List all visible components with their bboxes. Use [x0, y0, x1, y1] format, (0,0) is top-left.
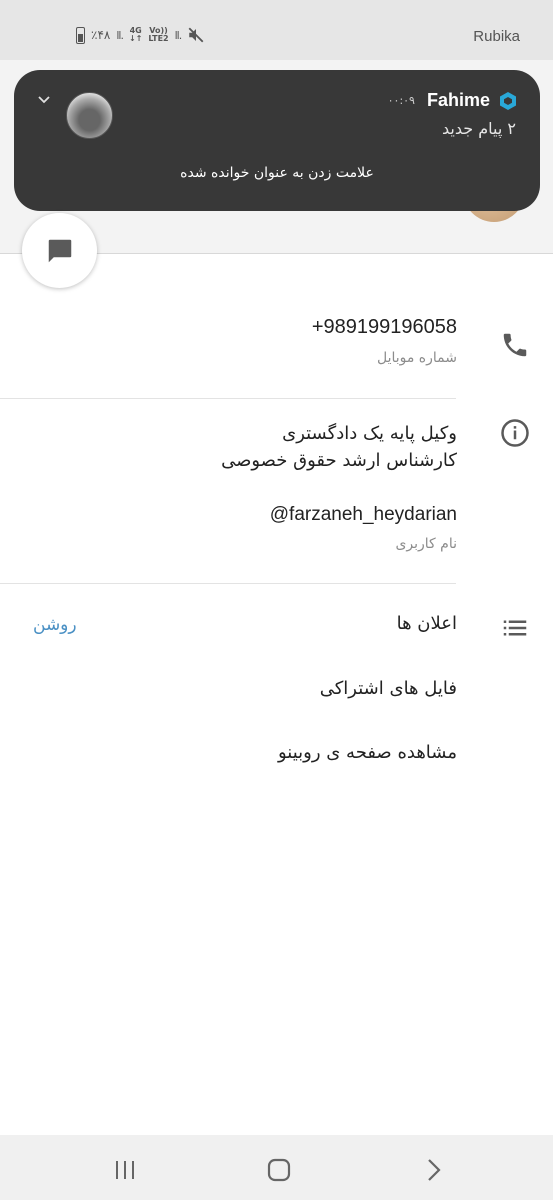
info-icon — [501, 419, 529, 447]
notification-sender: Fahime — [426, 90, 490, 110]
username-label: نام کاربری — [395, 536, 457, 552]
shared-files-item[interactable]: فایل های اشتراکی — [320, 678, 457, 699]
signal-icon-2: ll. — [174, 28, 183, 42]
heads-up-notification[interactable]: ۰۰:۰۹ Fahime ۲ پیام جدید علامت زدن به عن… — [14, 70, 540, 211]
bio-line-1: وکیل پایه یک دادگستری — [282, 423, 457, 444]
rubino-page-item[interactable]: مشاهده صفحه ی روبینو — [278, 742, 457, 763]
battery-icon — [76, 26, 85, 44]
chevron-down-icon[interactable] — [36, 92, 52, 108]
home-icon[interactable] — [264, 1155, 294, 1185]
notifications-setting[interactable]: اعلان ها — [397, 613, 457, 634]
notification-title-row: ۰۰:۰۹ Fahime — [388, 90, 518, 111]
signal-icon: ll. — [116, 28, 124, 42]
status-bar: ٪۴۸ ll. 4G ↓↑ Vo)) LTE2 ll. Rubika — [0, 0, 553, 60]
mark-as-read-button[interactable]: علامت زدن به عنوان خوانده شده — [14, 165, 540, 181]
battery-level: ٪۴۸ — [91, 28, 111, 42]
system-nav-bar — [0, 1135, 553, 1200]
chat-bubble-icon — [48, 239, 71, 262]
username[interactable]: @farzaneh_heydarian — [270, 504, 457, 526]
notifications-status[interactable]: روشن — [33, 615, 77, 635]
back-icon[interactable] — [418, 1155, 448, 1185]
phone-label: شماره موبایل — [376, 350, 457, 366]
sender-avatar — [66, 92, 113, 139]
list-icon — [503, 620, 527, 636]
status-app-name: Rubika — [473, 28, 520, 45]
divider — [0, 398, 456, 399]
divider — [0, 583, 456, 584]
bio-line-2: کارشناس ارشد حقوق خصوصی — [221, 450, 457, 471]
send-message-button[interactable] — [22, 213, 97, 288]
phone-icon[interactable] — [500, 330, 530, 360]
status-icons: ٪۴۸ ll. 4G ↓↑ Vo)) LTE2 ll. — [76, 26, 205, 44]
notification-message-count: ۲ پیام جدید — [442, 119, 516, 138]
volte-icon: Vo)) LTE2 — [148, 26, 169, 43]
rubika-hexagon-icon — [500, 91, 516, 110]
network-type-icon: 4G ↓↑ — [128, 26, 143, 43]
notification-time: ۰۰:۰۹ — [387, 94, 415, 107]
recent-apps-icon[interactable] — [110, 1155, 140, 1185]
mute-icon — [188, 27, 204, 43]
phone-number[interactable]: +989199196058 — [312, 316, 457, 339]
